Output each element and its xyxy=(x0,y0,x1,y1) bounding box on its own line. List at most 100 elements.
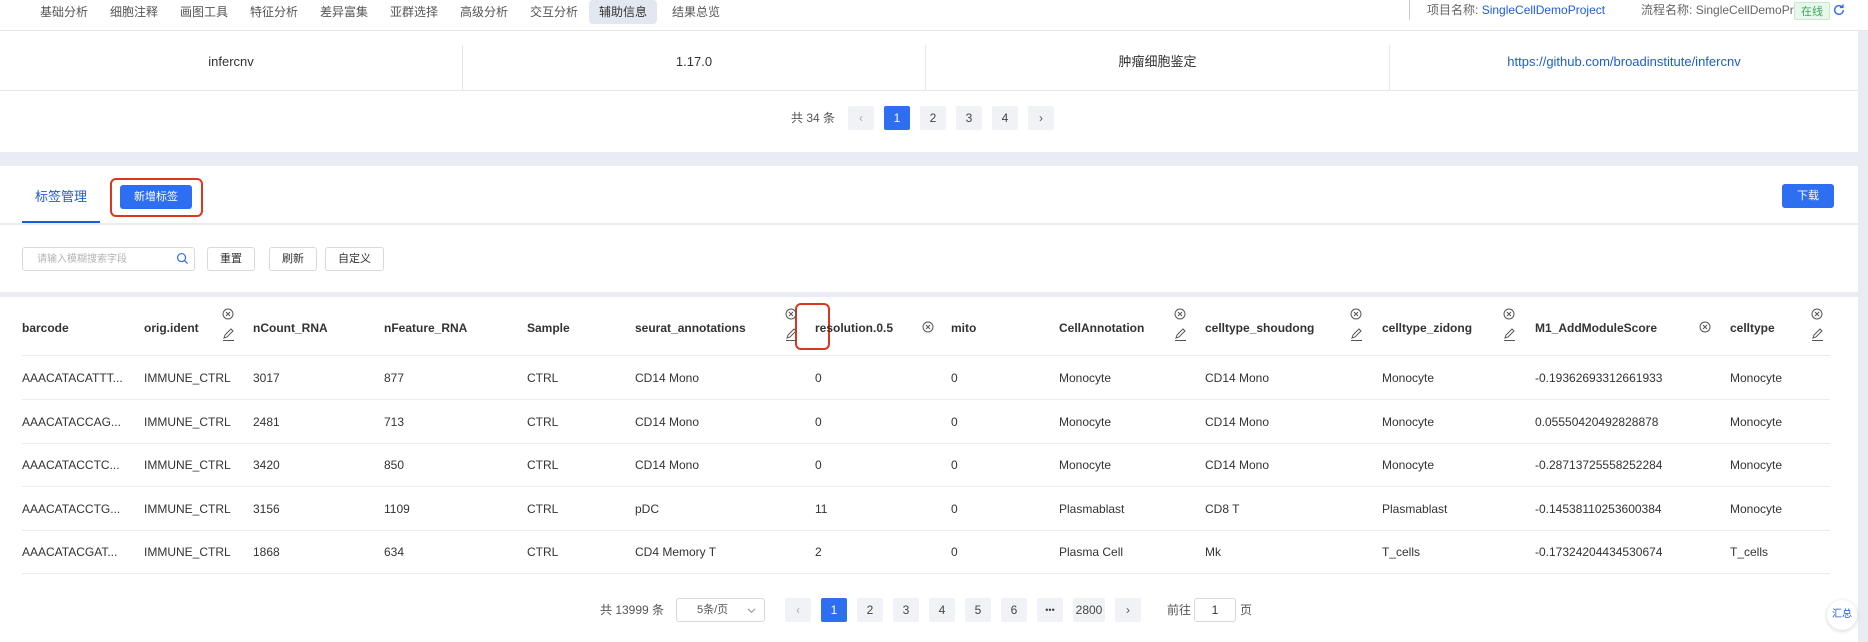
tab-label-management[interactable]: 标签管理 xyxy=(22,166,100,223)
cell-celltype-zidong: T_cells xyxy=(1382,545,1421,559)
edit-column-icon[interactable] xyxy=(785,328,798,341)
edit-column-icon[interactable] xyxy=(1503,328,1516,341)
add-label-highlight: 新增标签 xyxy=(110,178,203,217)
delete-column-icon[interactable] xyxy=(1503,308,1515,320)
goto-page-input[interactable]: 1 xyxy=(1194,598,1236,622)
software-name-cell: infercnv xyxy=(0,45,463,91)
cell-cell-annotation: Monocyte xyxy=(1059,458,1112,472)
table-row: AAACATACCTC... IMMUNE_CTRL 3420 850 CTRL CD14… xyxy=(22,444,1830,487)
table-pager-page-3[interactable]: 3 xyxy=(893,598,919,622)
software-pager-total: 共 34 条 xyxy=(791,111,836,125)
status-badge: 在线 xyxy=(1794,2,1830,20)
search-field[interactable] xyxy=(22,247,195,271)
project-name-value[interactable]: SingleCellDemoProject xyxy=(1482,3,1605,17)
column-header-celltype-shoudong[interactable]: celltype_shoudong xyxy=(1205,301,1314,356)
customize-button[interactable]: 自定义 xyxy=(325,247,384,271)
column-header-resolution-0-5[interactable]: resolution.0.5 xyxy=(815,301,893,356)
cell-seurat-annotations: CD14 Mono xyxy=(635,414,700,429)
nav-tab-auxiliary-info[interactable]: 辅助信息 xyxy=(589,0,658,24)
delete-column-icon[interactable] xyxy=(1174,308,1186,320)
edit-column-icon[interactable] xyxy=(1174,328,1187,341)
software-pager-page-3[interactable]: 3 xyxy=(956,106,982,130)
delete-column-icon[interactable] xyxy=(785,308,797,320)
cell-resolution: 2 xyxy=(815,545,822,559)
nav-tab-subcluster-select[interactable]: 亚群选择 xyxy=(380,0,448,24)
delete-column-icon[interactable] xyxy=(222,308,234,320)
table-pager-next-button[interactable]: › xyxy=(1115,598,1141,622)
column-actions-m1-addmodulescore xyxy=(1697,321,1713,335)
cell-celltype: Monocyte xyxy=(1730,501,1783,516)
table-row: AAACATACCTG... IMMUNE_CTRL 3156 1109 CTRL pDC… xyxy=(22,488,1830,531)
cell-sample: CTRL xyxy=(527,371,559,385)
table-header-row: barcode orig.ident nCount_RNA nFeature_R… xyxy=(22,301,1830,356)
software-pager-page-2[interactable]: 2 xyxy=(920,106,946,130)
cell-seurat-annotations: pDC xyxy=(635,501,660,516)
cell-ncount-rna: 3420 xyxy=(253,458,280,472)
table-pager-page-2[interactable]: 2 xyxy=(857,598,883,622)
column-header-celltype-zidong[interactable]: celltype_zidong xyxy=(1382,301,1472,356)
table-pager-page-last[interactable]: 2800 xyxy=(1073,598,1105,622)
reset-button[interactable]: 重置 xyxy=(207,247,255,271)
add-label-button[interactable]: 新增标签 xyxy=(120,185,192,209)
nav-tab-cell-annotation[interactable]: 细胞注释 xyxy=(100,0,168,24)
cell-nfeature-rna: 850 xyxy=(384,458,405,472)
table-pager-ellipsis[interactable]: ••• xyxy=(1037,598,1063,622)
cell-nfeature-rna: 877 xyxy=(384,371,405,385)
column-header-ncount-rna[interactable]: nCount_RNA xyxy=(253,301,328,356)
cell-celltype-zidong: Monocyte xyxy=(1382,458,1435,472)
cell-sample: CTRL xyxy=(527,458,559,472)
search-icon[interactable] xyxy=(176,252,189,265)
software-url-link[interactable]: https://github.com/broadinstitute/inferc… xyxy=(1390,45,1858,91)
delete-column-icon[interactable] xyxy=(1350,308,1362,320)
software-pager-page-4[interactable]: 4 xyxy=(992,106,1018,130)
edit-column-icon[interactable] xyxy=(1350,328,1363,341)
column-header-cell-annotation[interactable]: CellAnnotation xyxy=(1059,301,1144,356)
cell-orig-ident: IMMUNE_CTRL xyxy=(144,458,231,472)
download-button[interactable]: 下载 xyxy=(1782,184,1834,208)
table-pager-page-4[interactable]: 4 xyxy=(929,598,955,622)
table-pager-page-1[interactable]: 1 xyxy=(821,598,847,622)
software-pager-page-1[interactable]: 1 xyxy=(884,106,910,130)
table-row: AAACATACATTT... IMMUNE_CTRL 3017 877 CTRL CD1… xyxy=(22,357,1830,400)
software-table-panel: infercnv 1.17.0 肿瘤细胞鉴定 https://github.co… xyxy=(0,31,1858,152)
cell-orig-ident: IMMUNE_CTRL xyxy=(144,545,231,559)
software-pager-prev-button[interactable]: ‹ xyxy=(848,106,874,130)
delete-column-icon[interactable] xyxy=(1811,308,1823,320)
column-header-sample[interactable]: Sample xyxy=(527,301,570,356)
table-pager-page-5[interactable]: 5 xyxy=(965,598,991,622)
cell-seurat-annotations: CD14 Mono xyxy=(635,371,700,385)
summary-float-button[interactable]: 汇总 xyxy=(1827,600,1857,630)
column-header-nfeature-rna[interactable]: nFeature_RNA xyxy=(384,301,467,356)
column-header-orig-ident[interactable]: orig.ident xyxy=(144,301,199,356)
nav-tab-advanced-analysis[interactable]: 高级分析 xyxy=(450,0,518,24)
column-header-m1-addmodulescore[interactable]: M1_AddModuleScore xyxy=(1535,301,1657,356)
table-pager-total: 共 13999 条 xyxy=(600,603,665,617)
nav-tab-feature-analysis[interactable]: 特征分析 xyxy=(240,0,308,24)
edit-column-icon[interactable] xyxy=(1811,328,1824,341)
column-actions-celltype-zidong xyxy=(1501,308,1517,348)
refresh-button[interactable]: 刷新 xyxy=(269,247,317,271)
column-header-seurat-annotations[interactable]: seurat_annotations xyxy=(635,301,746,356)
table-pager-page-6[interactable]: 6 xyxy=(1001,598,1027,622)
nav-tab-plot-tools[interactable]: 画图工具 xyxy=(170,0,238,24)
cell-cell-annotation: Plasmablast xyxy=(1059,501,1125,516)
edit-column-icon[interactable] xyxy=(222,328,235,341)
column-header-mito[interactable]: mito xyxy=(951,301,976,356)
column-header-barcode[interactable]: barcode xyxy=(22,301,69,356)
goto-suffix: 页 xyxy=(1240,603,1253,617)
table-pager-prev-button[interactable]: ‹ xyxy=(785,598,811,622)
search-input[interactable] xyxy=(23,248,173,270)
column-header-celltype[interactable]: celltype xyxy=(1730,301,1775,356)
software-pager-next-button[interactable]: › xyxy=(1028,106,1054,130)
refresh-icon[interactable] xyxy=(1832,3,1846,17)
page-size-select[interactable]: 5条/页 xyxy=(676,598,765,622)
nav-tab-diff-enrichment[interactable]: 差异富集 xyxy=(310,0,378,24)
nav-tab-basic-analysis[interactable]: 基础分析 xyxy=(30,0,98,24)
software-pager: 共 34 条 ‹ 1 2 3 4 › xyxy=(791,106,1061,130)
nav-tab-results-overview[interactable]: 结果总览 xyxy=(662,0,730,24)
delete-column-icon[interactable] xyxy=(922,321,934,333)
nav-tab-interaction-analysis[interactable]: 交互分析 xyxy=(520,0,588,24)
process-name-label: 流程名称: xyxy=(1641,3,1693,17)
delete-column-icon[interactable] xyxy=(1699,321,1711,333)
cell-sample: CTRL xyxy=(527,545,559,559)
